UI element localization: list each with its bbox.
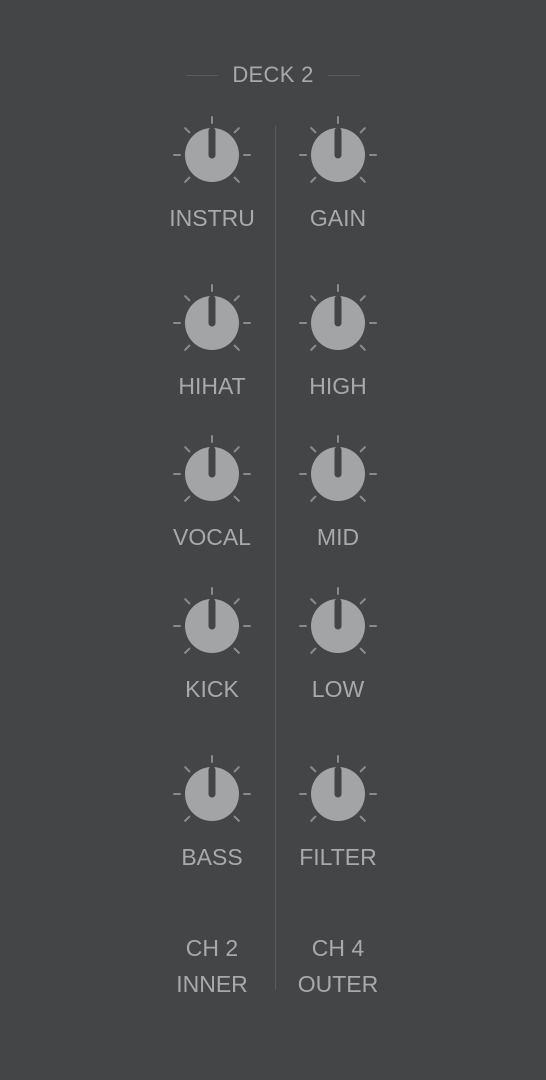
knob-icon[interactable] xyxy=(172,754,252,834)
channel-label-right: CH 4 OUTER xyxy=(275,930,401,1002)
knob-tick xyxy=(233,598,240,605)
knob-tick xyxy=(310,344,317,351)
knob-label: MID xyxy=(316,524,360,550)
knob-tick xyxy=(310,815,317,822)
knob-tick xyxy=(359,647,366,654)
knob-label: GAIN xyxy=(309,205,367,231)
knob-high[interactable]: HIGH xyxy=(275,283,401,423)
knob-instru[interactable]: INSTRU xyxy=(149,115,275,255)
knob-gain[interactable]: GAIN xyxy=(275,115,401,255)
knob-tick xyxy=(184,344,191,351)
knob-mid[interactable]: MID xyxy=(275,434,401,574)
knob-label: HIGH xyxy=(309,373,367,399)
knob-tick xyxy=(184,127,191,134)
knob-icon[interactable] xyxy=(298,115,378,195)
knob-tick xyxy=(310,598,317,605)
knob-label: BASS xyxy=(181,844,243,870)
knob-tick xyxy=(359,766,366,773)
knob-kick[interactable]: KICK xyxy=(149,586,275,726)
knob-icon[interactable] xyxy=(298,434,378,514)
channel-number-right: CH 4 xyxy=(311,935,365,961)
knob-vocal[interactable]: VOCAL xyxy=(149,434,275,574)
knob-tick xyxy=(359,815,366,822)
knob-bass[interactable]: BASS xyxy=(149,754,275,894)
knob-icon[interactable] xyxy=(298,283,378,363)
knob-label: KICK xyxy=(185,676,239,702)
knob-tick xyxy=(310,647,317,654)
knob-tick xyxy=(359,127,366,134)
deck-title-text: DECK 2 xyxy=(232,62,314,87)
knob-tick xyxy=(233,176,240,183)
knob-tick xyxy=(184,295,191,302)
title-rule-left xyxy=(186,74,219,76)
knob-tick xyxy=(184,176,191,183)
knob-label: FILTER xyxy=(299,844,377,870)
knob-tick xyxy=(233,766,240,773)
knob-low[interactable]: LOW xyxy=(275,586,401,726)
knob-icon[interactable] xyxy=(172,434,252,514)
deck-title: DECK 2 xyxy=(0,60,546,90)
knob-tick xyxy=(233,344,240,351)
knob-label: INSTRU xyxy=(169,205,255,231)
knob-tick xyxy=(184,446,191,453)
knob-tick xyxy=(310,295,317,302)
knob-tick xyxy=(310,176,317,183)
knob-label: LOW xyxy=(311,676,365,702)
knob-tick xyxy=(233,815,240,822)
knob-label: VOCAL xyxy=(173,524,251,550)
knob-tick xyxy=(184,647,191,654)
knob-tick xyxy=(359,598,366,605)
title-rule-right xyxy=(327,74,360,76)
knob-tick xyxy=(359,295,366,302)
knob-icon[interactable] xyxy=(172,586,252,666)
channel-number-left: CH 2 xyxy=(185,935,239,961)
knob-icon[interactable] xyxy=(172,115,252,195)
knob-tick xyxy=(184,815,191,822)
knob-tick xyxy=(233,127,240,134)
knob-hihat[interactable]: HIHAT xyxy=(149,283,275,423)
knob-tick xyxy=(310,446,317,453)
knob-tick xyxy=(310,127,317,134)
knob-tick xyxy=(359,446,366,453)
knob-filter[interactable]: FILTER xyxy=(275,754,401,894)
knob-label: HIHAT xyxy=(178,373,246,399)
knob-tick xyxy=(310,495,317,502)
knob-tick xyxy=(233,495,240,502)
knob-tick xyxy=(184,766,191,773)
knob-tick xyxy=(359,176,366,183)
knob-tick xyxy=(233,295,240,302)
knob-icon[interactable] xyxy=(172,283,252,363)
knob-tick xyxy=(233,647,240,654)
channel-mode-left: INNER xyxy=(176,971,248,997)
channel-mode-right: OUTER xyxy=(297,971,379,997)
knob-tick xyxy=(310,766,317,773)
knob-icon[interactable] xyxy=(298,586,378,666)
knob-tick xyxy=(359,344,366,351)
knob-tick xyxy=(233,446,240,453)
knob-tick xyxy=(359,495,366,502)
knob-tick xyxy=(184,495,191,502)
knob-icon[interactable] xyxy=(298,754,378,834)
channel-label-left: CH 2 INNER xyxy=(149,930,275,1002)
knob-tick xyxy=(184,598,191,605)
